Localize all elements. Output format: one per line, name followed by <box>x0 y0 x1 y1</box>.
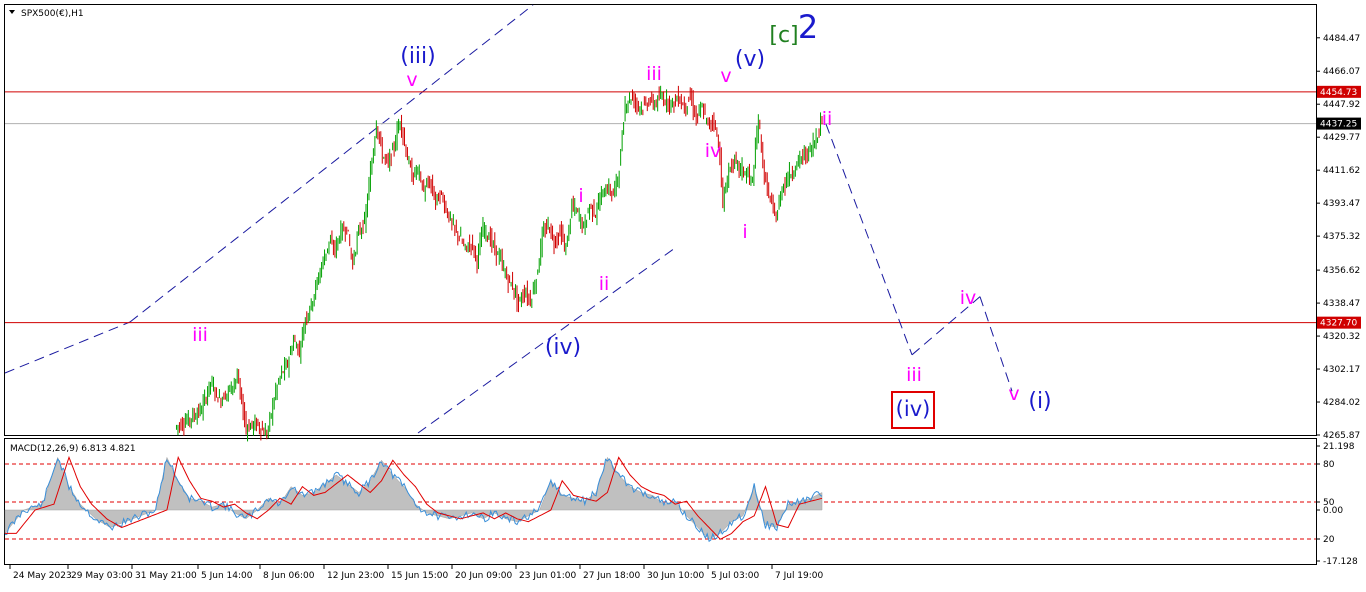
price-chart[interactable]: 4484.47 4466.07 4447.92 4429.77 4411.62 4393.… <box>0 0 1366 588</box>
x-tick-label: 20 Jun 09:00 <box>455 571 512 581</box>
x-tick-label: 12 Jun 23:00 <box>327 571 384 581</box>
y-tick-label: 4429.77 <box>1323 133 1360 143</box>
y-tick-label: 4393.47 <box>1323 199 1360 209</box>
x-tick-label: 31 May 21:00 <box>135 571 197 581</box>
wave-label-i-1[interactable]: i <box>578 185 583 207</box>
macd-y-tick-label: 20 <box>1323 535 1335 545</box>
x-tick-label: 30 Jun 10:00 <box>647 571 704 581</box>
wave-label-iv-1[interactable]: iv <box>705 140 722 162</box>
y-tick-label: 4338.47 <box>1323 299 1360 309</box>
wave-label-v-proj[interactable]: v <box>1008 383 1019 405</box>
symbol-label: SPX500(€),H1 <box>21 9 84 19</box>
macd-y-tick-label: 0.00 <box>1323 506 1343 516</box>
y-tick-label: 4265.87 <box>1323 431 1360 441</box>
price-tag-label: 4327.70 <box>1320 319 1357 329</box>
y-tick-label: 4356.62 <box>1323 266 1360 276</box>
wave-label-iv-blue[interactable]: (iv) <box>545 335 581 360</box>
macd-title: MACD(12,26,9) 6.813 4.821 <box>10 444 136 454</box>
y-tick-label: 4411.62 <box>1323 166 1360 176</box>
chart-window[interactable]: 4484.47 4466.07 4447.92 4429.77 4411.62 4393.… <box>0 0 1366 588</box>
x-tick-label: 8 Jun 06:00 <box>263 571 315 581</box>
y-tick-label: 4447.92 <box>1323 100 1360 110</box>
y-tick-label: 4375.32 <box>1323 232 1360 242</box>
wave-label-i-blue[interactable]: (i) <box>1028 389 1051 414</box>
wave-label-v-blue[interactable]: (v) <box>735 47 765 72</box>
y-tick-label: 4320.32 <box>1323 332 1360 342</box>
price-tag-label: 4454.73 <box>1320 88 1357 98</box>
y-tick-label: 4466.07 <box>1323 67 1360 77</box>
y-tick-label: 4302.17 <box>1323 365 1360 375</box>
x-tick-label: 5 Jun 14:00 <box>201 571 253 581</box>
x-tick-label: 23 Jun 01:00 <box>519 571 576 581</box>
wave-label-v-1[interactable]: v <box>406 69 417 91</box>
x-tick-label: 15 Jun 15:00 <box>391 571 448 581</box>
wave-label-two[interactable]: 2 <box>798 8 818 46</box>
wave-label-v-2[interactable]: v <box>720 65 731 87</box>
wave-label-iii-blue[interactable]: (iii) <box>400 44 436 69</box>
y-tick-label: 4484.47 <box>1323 34 1360 44</box>
macd-y-tick-label: -17.128 <box>1323 557 1358 567</box>
x-tick-label: 7 Jul 19:00 <box>775 571 824 581</box>
wave-label-iii-top[interactable]: iii <box>646 63 662 85</box>
x-tick-label: 27 Jun 18:00 <box>583 571 640 581</box>
wave-label-iv-boxed[interactable]: (iv) <box>896 397 931 421</box>
wave-label-iii-proj[interactable]: iii <box>906 364 922 386</box>
x-tick-label: 24 May 2023 <box>13 571 72 581</box>
x-tick-label: 29 May 03:00 <box>71 571 133 581</box>
wave-label-ii-1[interactable]: ii <box>599 273 610 295</box>
wave-label-ii-2[interactable]: ii <box>822 108 833 130</box>
x-tick-label: 5 Jul 03:00 <box>711 571 760 581</box>
wave-label-c-green[interactable]: [c] <box>769 23 798 48</box>
wave-label-iii-left[interactable]: iii <box>192 324 208 346</box>
current-price-label: 4437.25 <box>1320 120 1357 130</box>
wave-label-i-2[interactable]: i <box>742 221 747 243</box>
y-tick-label: 4284.02 <box>1323 398 1360 408</box>
wave-label-iv-proj[interactable]: iv <box>960 287 977 309</box>
macd-y-tick-label: 80 <box>1323 460 1335 470</box>
macd-y-tick-label: 21.198 <box>1323 442 1355 452</box>
